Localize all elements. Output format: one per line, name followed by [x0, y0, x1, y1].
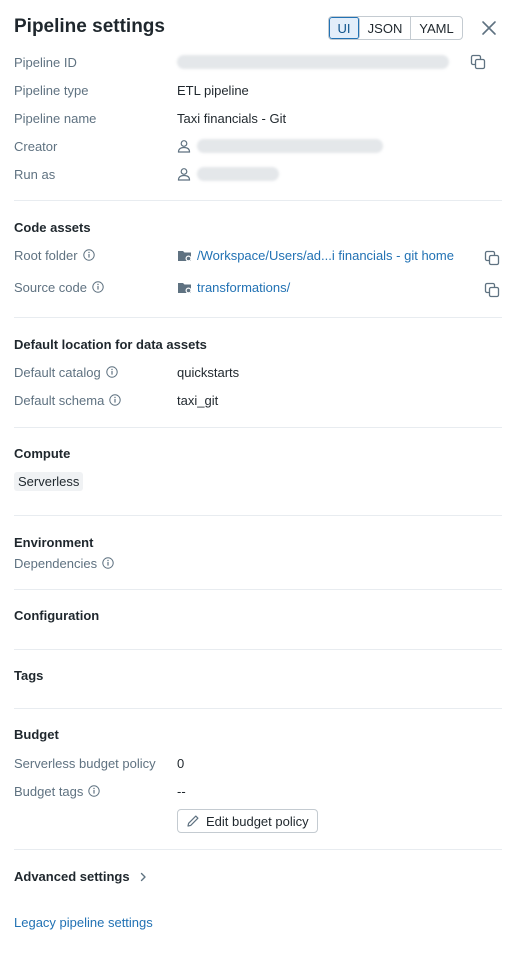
view-mode-yaml[interactable]: YAML	[411, 17, 462, 39]
creator-value	[177, 139, 383, 153]
budget-policy-value: 0	[177, 755, 185, 771]
creator-row: Creator	[14, 136, 502, 156]
pipeline-name-row: Pipeline name Taxi financials - Git	[14, 108, 502, 128]
divider	[14, 849, 502, 850]
section-tags[interactable]: Tags	[14, 668, 43, 683]
pipeline-type-row: Pipeline type ETL pipeline	[14, 80, 502, 100]
budget-policy-row: Serverless budget policy 0	[14, 753, 502, 773]
budget-policy-label: Serverless budget policy	[14, 755, 156, 771]
info-icon[interactable]	[92, 281, 104, 293]
budget-tags-label-text: Budget tags	[14, 783, 84, 799]
divider	[14, 317, 502, 318]
default-schema-label-text: Default schema	[14, 392, 105, 408]
close-icon[interactable]	[478, 17, 500, 39]
redacted-value	[197, 139, 383, 153]
info-icon[interactable]	[106, 366, 118, 378]
copy-icon[interactable]	[484, 282, 500, 298]
redacted-value	[197, 167, 279, 181]
section-default-location: Default location for data assets	[14, 337, 207, 352]
edit-budget-wrapper: Edit budget policy	[177, 809, 318, 833]
divider	[14, 708, 502, 709]
pipeline-type-value: ETL pipeline	[177, 82, 249, 98]
pipeline-id-value	[177, 55, 449, 69]
root-folder-label-text: Root folder	[14, 247, 78, 263]
section-environment: Environment	[14, 535, 94, 550]
divider	[14, 649, 502, 650]
divider	[14, 427, 502, 428]
run-as-value	[177, 167, 279, 181]
divider	[14, 515, 502, 516]
root-folder-label: Root folder	[14, 248, 95, 263]
info-icon[interactable]	[88, 785, 101, 797]
run-as-row: Run as	[14, 164, 502, 184]
chevron-right-icon	[138, 872, 148, 882]
view-mode-json[interactable]: JSON	[360, 17, 411, 39]
source-code-link[interactable]: transformations/	[197, 280, 290, 295]
default-catalog-label-text: Default catalog	[14, 364, 101, 380]
run-as-label: Run as	[14, 166, 56, 182]
view-mode-ui[interactable]: UI	[329, 17, 360, 39]
user-icon	[177, 139, 191, 153]
edit-budget-policy-button[interactable]: Edit budget policy	[177, 809, 318, 833]
panel-header: Pipeline settings UI JSON YAML	[14, 14, 502, 42]
info-icon[interactable]	[102, 557, 114, 569]
advanced-settings-label: Advanced settings	[14, 869, 130, 884]
copy-icon[interactable]	[484, 250, 500, 266]
source-code-label-text: Source code	[14, 279, 87, 295]
redacted-value	[177, 55, 449, 69]
default-schema-label: Default schema	[14, 392, 122, 408]
pipeline-id-label: Pipeline ID	[14, 54, 77, 70]
section-code-assets: Code assets	[14, 220, 91, 235]
dependencies-label-text: Dependencies	[14, 555, 98, 571]
source-code-value: transformations/	[177, 280, 290, 295]
divider	[14, 589, 502, 590]
root-folder-link[interactable]: /Workspace/Users/ad...i financials - git…	[197, 248, 454, 263]
root-folder-row: Root folder /Workspace/Users/ad...i fina…	[14, 245, 502, 266]
compute-value: Serverless	[14, 472, 84, 491]
default-schema-value: taxi_git	[177, 392, 219, 408]
default-catalog-value: quickstarts	[177, 364, 240, 380]
pipeline-settings-panel: Pipeline settings UI JSON YAML Pipeline …	[0, 0, 516, 961]
page-title: Pipeline settings	[14, 16, 165, 37]
advanced-settings-toggle[interactable]: Advanced settings	[14, 869, 148, 884]
git-folder-icon	[177, 281, 193, 295]
view-mode-toggle: UI JSON YAML	[328, 16, 463, 40]
pipeline-name-value: Taxi financials - Git	[177, 110, 287, 126]
info-icon[interactable]	[109, 394, 122, 406]
divider	[14, 200, 502, 201]
dependencies-row: Dependencies	[14, 553, 502, 573]
user-icon	[177, 167, 191, 181]
root-folder-value: /Workspace/Users/ad...i financials - git…	[177, 248, 454, 263]
pencil-icon	[186, 814, 200, 828]
section-compute: Compute	[14, 446, 71, 461]
source-code-row: Source code transformations/	[14, 277, 502, 298]
section-configuration[interactable]: Configuration	[14, 608, 99, 623]
default-catalog-row: Default catalog quickstarts	[14, 362, 502, 382]
dependencies-label[interactable]: Dependencies	[14, 556, 114, 571]
budget-tags-value: --	[177, 783, 186, 799]
copy-icon[interactable]	[470, 54, 486, 70]
pipeline-type-label: Pipeline type	[14, 82, 89, 98]
budget-tags-row: Budget tags --	[14, 781, 502, 801]
pipeline-id-row: Pipeline ID	[14, 52, 502, 72]
default-schema-row: Default schema taxi_git	[14, 390, 502, 410]
compute-tag: Serverless	[14, 472, 84, 491]
info-icon[interactable]	[82, 249, 95, 261]
pipeline-name-label: Pipeline name	[14, 110, 97, 126]
edit-budget-policy-label: Edit budget policy	[206, 813, 309, 829]
legacy-pipeline-settings-link[interactable]: Legacy pipeline settings	[14, 915, 153, 930]
budget-tags-label: Budget tags	[14, 783, 101, 799]
git-folder-icon	[177, 249, 193, 263]
creator-label: Creator	[14, 138, 58, 154]
source-code-label: Source code	[14, 280, 104, 295]
default-catalog-label: Default catalog	[14, 365, 118, 380]
section-budget: Budget	[14, 727, 59, 742]
